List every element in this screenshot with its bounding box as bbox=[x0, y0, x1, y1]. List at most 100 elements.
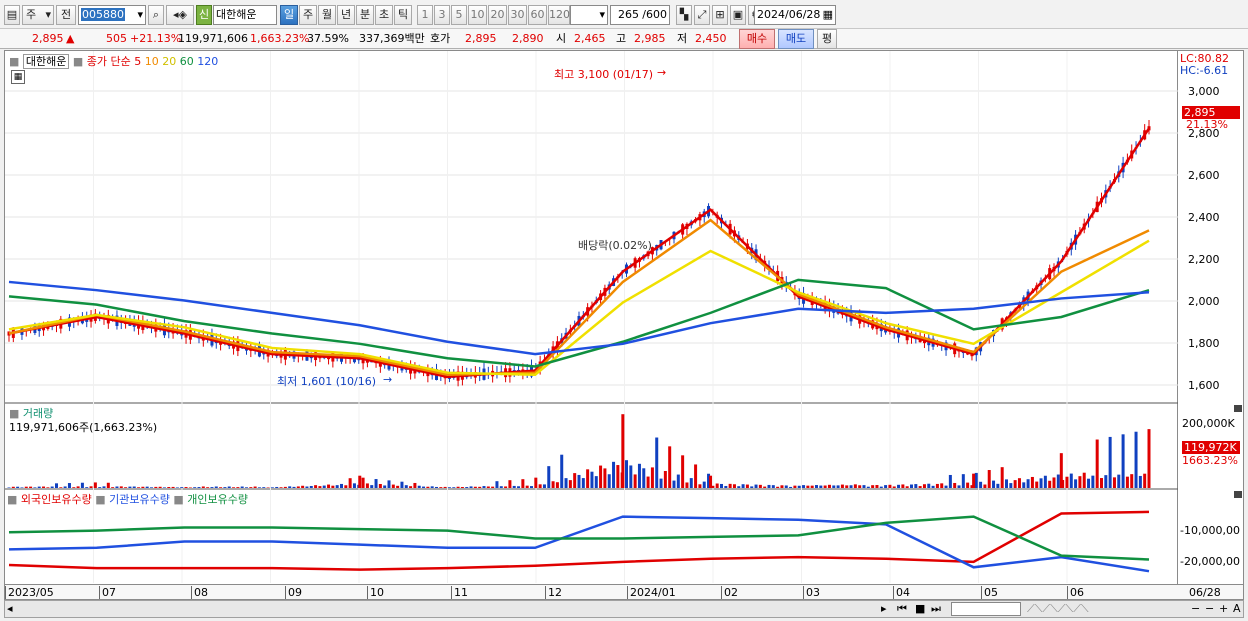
period-tab[interactable]: 주 bbox=[299, 5, 317, 25]
legend-individual[interactable]: 개인보유수량 bbox=[187, 493, 248, 506]
scroll-left-icon[interactable]: ◂ bbox=[7, 602, 13, 615]
period-dropdown[interactable]: ▾ bbox=[570, 5, 608, 25]
calendar-icon[interactable]: ▦ bbox=[823, 6, 833, 24]
sell-button[interactable]: 매도 bbox=[778, 29, 814, 49]
volume-bar bbox=[538, 484, 542, 488]
count-field[interactable]: 265 /600 bbox=[610, 5, 670, 25]
fast-forward-icon[interactable]: ⏭ bbox=[931, 602, 941, 616]
period-tab[interactable]: 초 bbox=[375, 5, 393, 25]
all-toggle-button[interactable]: 전 bbox=[56, 5, 76, 25]
legend-ma60[interactable]: 60 bbox=[180, 55, 194, 68]
zoom-in-icon[interactable]: + bbox=[1219, 602, 1228, 615]
legend-institution[interactable]: 기관보유수량 bbox=[109, 493, 170, 506]
volume-bar bbox=[245, 487, 248, 488]
volume-bar bbox=[845, 485, 849, 488]
volume-bar bbox=[616, 465, 620, 488]
volume-bar bbox=[253, 486, 257, 488]
legend-ma20[interactable]: 20 bbox=[162, 55, 176, 68]
volume-bar bbox=[685, 482, 689, 488]
scroll-right-icon[interactable]: ▸ bbox=[881, 602, 887, 615]
minute-tab[interactable]: 20 bbox=[488, 5, 507, 25]
volume-bar bbox=[1052, 477, 1056, 488]
count-max: /600 bbox=[642, 8, 667, 21]
volume-bar bbox=[508, 480, 512, 488]
minute-tab[interactable]: 1 bbox=[417, 5, 433, 25]
volume-bar bbox=[840, 484, 844, 488]
minus-icon[interactable]: − bbox=[1205, 602, 1214, 615]
y-axis[interactable]: LC:80.82 HC:-6.61 3,000 2,800 2,600 2,400 2,… bbox=[1178, 50, 1244, 585]
volume-bar bbox=[720, 483, 723, 488]
period-tab[interactable]: 일 bbox=[280, 5, 298, 25]
scrollbar[interactable]: ◂ ▸ ⏮ ■ ⏭ ⟋⟍⟋⟍⟋⟍⟋⟍ − − + A bbox=[4, 600, 1244, 618]
volume-bar bbox=[672, 480, 676, 488]
volume-bar bbox=[387, 480, 391, 488]
stop-icon[interactable]: ■ bbox=[915, 602, 925, 615]
volume-spike-bar bbox=[1147, 438, 1151, 488]
maximize-icon[interactable] bbox=[1234, 491, 1242, 498]
period-tab[interactable]: 분 bbox=[356, 5, 374, 25]
evaluate-button[interactable]: 평 bbox=[817, 29, 837, 49]
volume-bar bbox=[318, 486, 322, 488]
search-icon[interactable]: ⌕ bbox=[148, 5, 164, 25]
code-input-value: 005880 bbox=[81, 8, 125, 21]
volume-bar bbox=[430, 486, 434, 488]
window-menu-icon[interactable]: ▤ bbox=[4, 5, 20, 25]
period-tab[interactable]: 틱 bbox=[394, 5, 412, 25]
legend-ma120[interactable]: 120 bbox=[197, 55, 218, 68]
volume-bar bbox=[124, 487, 128, 488]
market-type-select[interactable]: 주 ▾ bbox=[22, 5, 54, 25]
volume-bar bbox=[167, 487, 171, 488]
volume-bar bbox=[236, 487, 240, 488]
volume-bar bbox=[564, 478, 568, 488]
volume-bar bbox=[348, 478, 352, 488]
draw-tool-icon[interactable]: ⤢ bbox=[694, 5, 710, 25]
font-size-icon[interactable]: A bbox=[1233, 602, 1241, 615]
indicator-icon[interactable]: ▚ bbox=[676, 5, 692, 25]
legend-ma5[interactable]: 종가 단순 5 bbox=[87, 55, 141, 68]
volume-bar bbox=[288, 486, 292, 488]
minute-tab[interactable]: 5 bbox=[451, 5, 467, 25]
volume-bar bbox=[806, 485, 810, 488]
volume-bar bbox=[1013, 480, 1017, 488]
date-field[interactable]: 2024/06/28 ▦ bbox=[754, 5, 836, 25]
minute-tab[interactable]: 3 bbox=[434, 5, 450, 25]
zoom-out-icon[interactable]: − bbox=[1191, 602, 1200, 615]
volume-bar bbox=[33, 487, 37, 488]
zoom-slider[interactable] bbox=[951, 602, 1021, 616]
volume-tick-max: 200,000K bbox=[1182, 417, 1235, 430]
maximize-icon[interactable] bbox=[1234, 405, 1242, 412]
minute-tab[interactable]: 60 bbox=[528, 5, 547, 25]
legend-foreign[interactable]: 외국인보유수량 bbox=[21, 493, 92, 506]
volume-bar bbox=[365, 483, 369, 488]
volume-spike-bar bbox=[621, 414, 625, 488]
volume-bar bbox=[573, 473, 577, 488]
legend-ma10[interactable]: 10 bbox=[145, 55, 159, 68]
chart-area[interactable]: ■ 대한해운 ■ 종가 단순 5 10 20 60 120 ▦ 최고 3,100… bbox=[4, 50, 1179, 585]
volume-bar bbox=[771, 485, 775, 488]
open-label: 시 bbox=[556, 32, 567, 45]
volume-bar bbox=[1026, 479, 1030, 488]
save-icon[interactable]: ▣ bbox=[730, 5, 746, 25]
minute-tab[interactable]: 120 bbox=[548, 5, 570, 25]
rewind-icon[interactable]: ⏮ bbox=[897, 602, 907, 616]
grid-toggle-icon[interactable]: ▦ bbox=[11, 70, 25, 84]
minute-tab[interactable]: 10 bbox=[468, 5, 487, 25]
volume-bar bbox=[922, 484, 926, 488]
chevron-down-icon: ▾ bbox=[45, 8, 51, 21]
volume-bar bbox=[1108, 436, 1112, 488]
lock-icon[interactable]: ⊞ bbox=[712, 5, 728, 25]
period-tab[interactable]: 월 bbox=[318, 5, 336, 25]
volume-bar bbox=[1069, 473, 1073, 488]
drawing-tools-icon[interactable]: ⟋⟍⟋⟍⟋⟍⟋⟍ bbox=[1027, 602, 1089, 616]
period-tab[interactable]: 년 bbox=[337, 5, 355, 25]
volume-bar bbox=[668, 446, 672, 488]
code-input[interactable]: 005880 ▾ bbox=[78, 5, 146, 25]
legend-stock-name[interactable]: 대한해운 bbox=[22, 54, 70, 69]
sound-icon[interactable]: ◂◈ bbox=[166, 5, 194, 25]
volume-bar bbox=[966, 482, 970, 488]
legend-marker: ■ bbox=[95, 493, 106, 506]
minute-tab[interactable]: 30 bbox=[508, 5, 527, 25]
volume-bar bbox=[577, 474, 581, 488]
volume-bar bbox=[815, 485, 818, 488]
buy-button[interactable]: 매수 bbox=[739, 29, 775, 49]
